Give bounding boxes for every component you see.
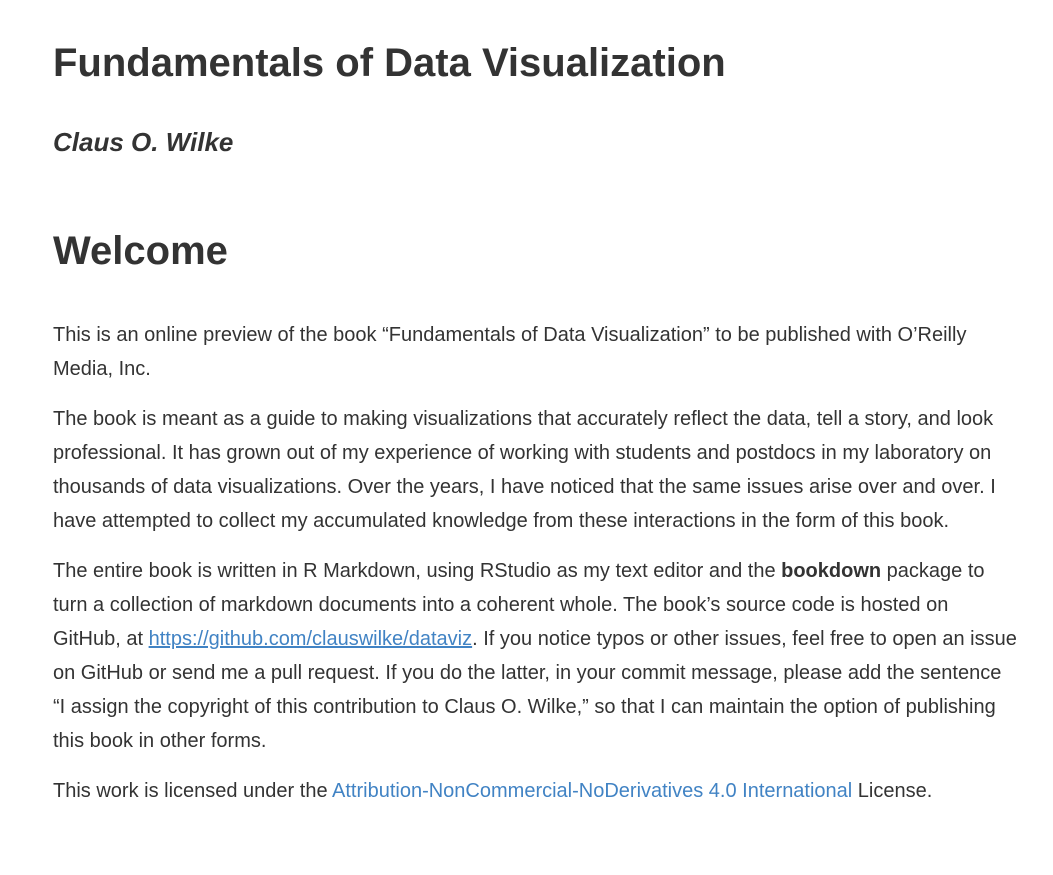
book-title: Fundamentals of Data Visualization bbox=[53, 41, 726, 85]
paragraph-license-text-2: License. bbox=[852, 780, 933, 802]
license-link[interactable]: Attribution-NonCommercial-NoDerivatives … bbox=[332, 780, 852, 802]
section-title-welcome: Welcome bbox=[53, 229, 228, 273]
author-name: Claus O. Wilke bbox=[53, 127, 234, 157]
paragraph-purpose: The book is meant as a guide to making v… bbox=[53, 408, 996, 532]
bookdown-emphasis: bookdown bbox=[781, 560, 882, 582]
welcome-content: This is an online preview of the book “F… bbox=[53, 318, 1017, 808]
paragraph-source: The entire book is written in R Markdown… bbox=[53, 554, 1017, 758]
github-repo-link[interactable]: https://github.com/clauswilke/dataviz bbox=[149, 628, 473, 650]
paragraph-intro: This is an online preview of the book “F… bbox=[53, 324, 967, 380]
paragraph-license: This work is licensed under the Attribut… bbox=[53, 774, 1017, 808]
paragraph-source-text-1: The entire book is written in R Markdown… bbox=[53, 560, 782, 582]
paragraph-license-text-1: This work is licensed under the bbox=[53, 780, 333, 802]
page: Fundamentals of Data Visualization Claus… bbox=[0, 0, 1053, 808]
